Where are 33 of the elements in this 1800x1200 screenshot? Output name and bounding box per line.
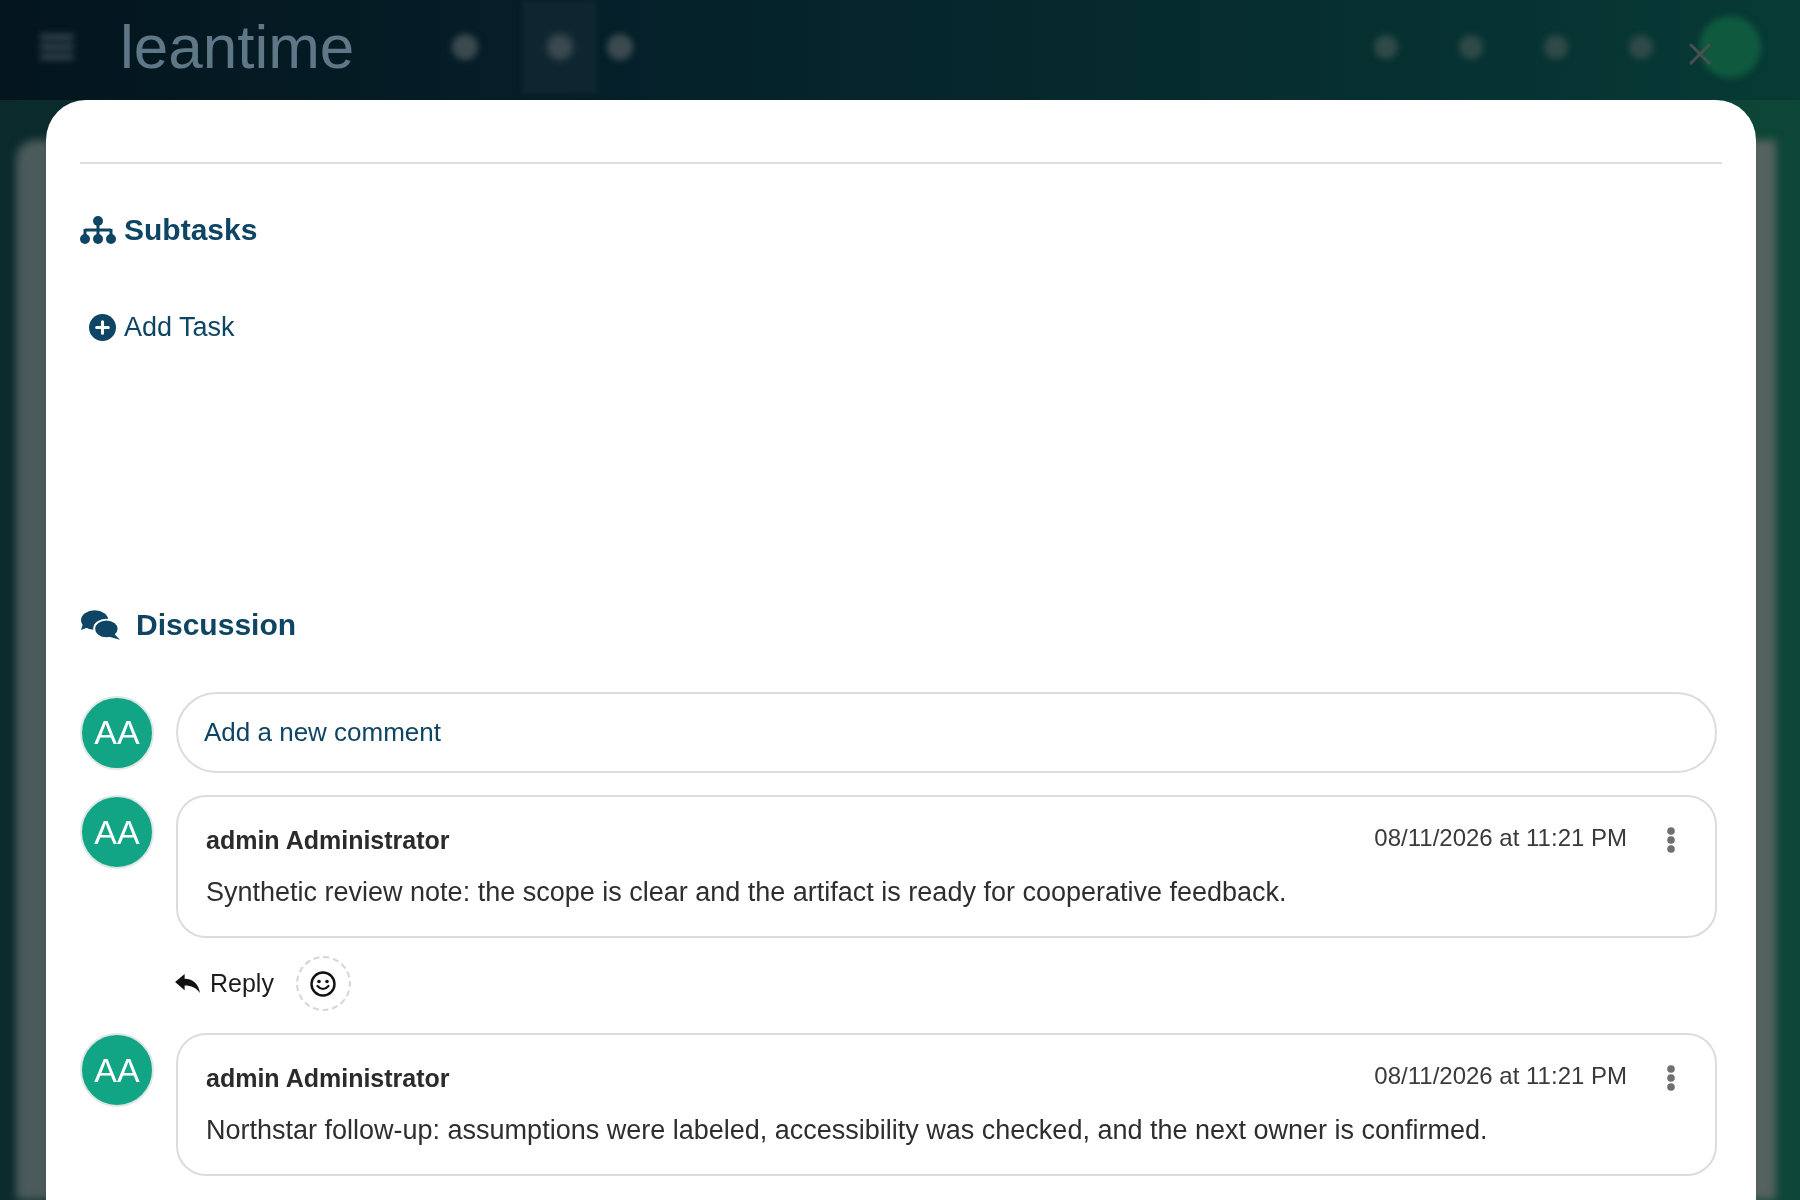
close-icon[interactable]: [1688, 42, 1712, 66]
blurred-icon[interactable]: [1456, 32, 1486, 62]
more-options-icon[interactable]: [1667, 827, 1675, 853]
add-task-button[interactable]: Add Task: [89, 309, 235, 345]
blurred-icon[interactable]: [544, 32, 575, 62]
menu-icon[interactable]: [40, 32, 74, 62]
logo-text[interactable]: leantime: [120, 12, 355, 82]
reply-button[interactable]: Reply: [174, 969, 274, 998]
reply-icon: [174, 973, 201, 994]
avatar: AA: [80, 1033, 154, 1107]
blurred-icon[interactable]: [1541, 32, 1571, 62]
section-title: Subtasks: [124, 212, 258, 248]
comment-input[interactable]: Add a new comment: [176, 692, 1717, 773]
author-name: admin Administrator: [206, 825, 451, 855]
blurred-icon[interactable]: [605, 32, 636, 62]
comment-date: 08/11/2026 at 11:21 PM: [1374, 1061, 1627, 1091]
plus-circle-icon: [89, 313, 116, 341]
avatar: AA: [80, 795, 154, 869]
blurred-icon[interactable]: [1371, 32, 1401, 62]
comment-date: 08/11/2026 at 11:21 PM: [1374, 823, 1627, 853]
speech-bubbles-icon: [80, 609, 121, 641]
more-options-icon[interactable]: [1667, 1065, 1675, 1091]
author-name: admin Administrator: [206, 1063, 451, 1093]
smiley-icon: [310, 970, 337, 997]
blurred-icon[interactable]: [450, 32, 481, 62]
avatar: AA: [80, 695, 154, 770]
blurred-icon[interactable]: [1626, 32, 1656, 62]
comment-text: Northstar follow-up: assumptions were labeled, accessibility was checked, and the next owner is confirmed.: [206, 1115, 1489, 1145]
section-title: Discussion: [136, 607, 297, 643]
nav-tile[interactable]: [522, 0, 598, 94]
hierarchy-icon: [80, 216, 116, 244]
avatar-icon[interactable]: [1698, 15, 1762, 79]
comment-text: Synthetic review note: the scope is clear and the artifact is ready for cooperative feedback.: [206, 877, 1288, 907]
